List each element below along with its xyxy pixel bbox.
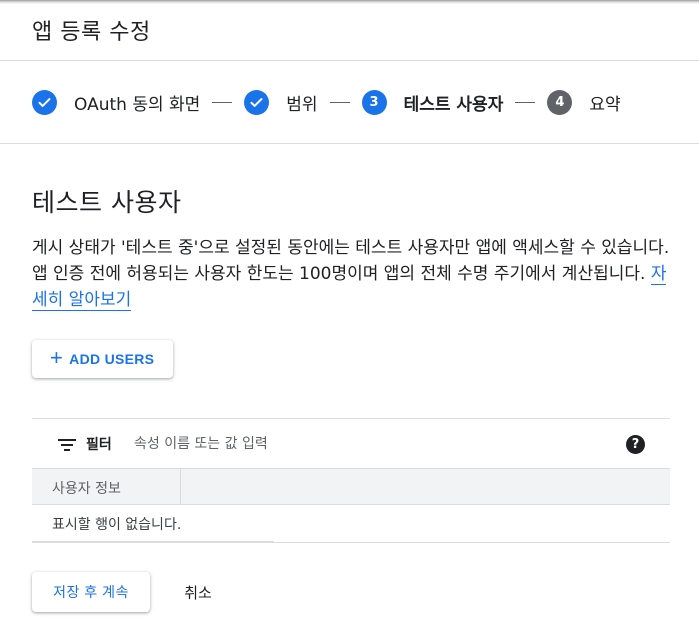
step-3-number: 3 [361,89,387,115]
add-users-label: ADD USERS [69,351,155,367]
empty-state-text: 표시할 행이 없습니다. [52,517,182,533]
step-1-label[interactable]: OAuth 동의 화면 [74,90,200,115]
check-icon [250,97,263,107]
section-description: 게시 상태가 '테스트 중'으로 설정된 동안에는 테스트 사용자만 앱에 액세… [32,235,672,313]
step-1-check-icon [32,89,57,115]
filter-label: 필터 [86,437,112,453]
filter-bar: 필터 ? [32,418,670,468]
filter-input[interactable] [134,431,614,457]
table-header-row: 사용자 정보 [32,468,670,505]
plus-icon: + [50,345,64,370]
step-separator [329,101,350,103]
header-divider [0,60,699,61]
add-users-button[interactable]: + ADD USERS [32,340,173,378]
table-empty-row: 표시할 행이 없습니다. [32,505,670,542]
step-4-label[interactable]: 요약 [589,90,620,115]
step-separator [212,101,233,103]
section-title: 테스트 사용자 [32,188,182,217]
description-text: 게시 상태가 '테스트 중'으로 설정된 동안에는 테스트 사용자만 앱에 액세… [32,238,670,284]
help-icon[interactable]: ? [626,435,645,454]
page-title: 앱 등록 수정 [32,20,151,45]
filter-icon [58,439,76,451]
step-4-number: 4 [547,89,573,115]
page-header: 앱 등록 수정 [0,0,699,60]
column-header-user-info[interactable]: 사용자 정보 [52,478,121,498]
step-2-check-icon [244,89,270,115]
save-and-continue-button[interactable]: 저장 후 계속 [32,572,150,612]
step-3-label[interactable]: 테스트 사용자 [404,90,504,115]
check-icon [38,97,51,107]
step-2-label[interactable]: 범위 [286,90,317,115]
step-separator [515,101,536,103]
table-bottom-divider [32,542,670,543]
test-users-table: 필터 ? 사용자 정보 표시할 행이 없습니다. [32,418,670,542]
stepper-divider [0,143,699,144]
column-divider [180,469,181,505]
stepper: OAuth 동의 화면 범위 3 테스트 사용자 4 요약 [32,86,621,118]
cancel-button[interactable]: 취소 [170,572,226,612]
